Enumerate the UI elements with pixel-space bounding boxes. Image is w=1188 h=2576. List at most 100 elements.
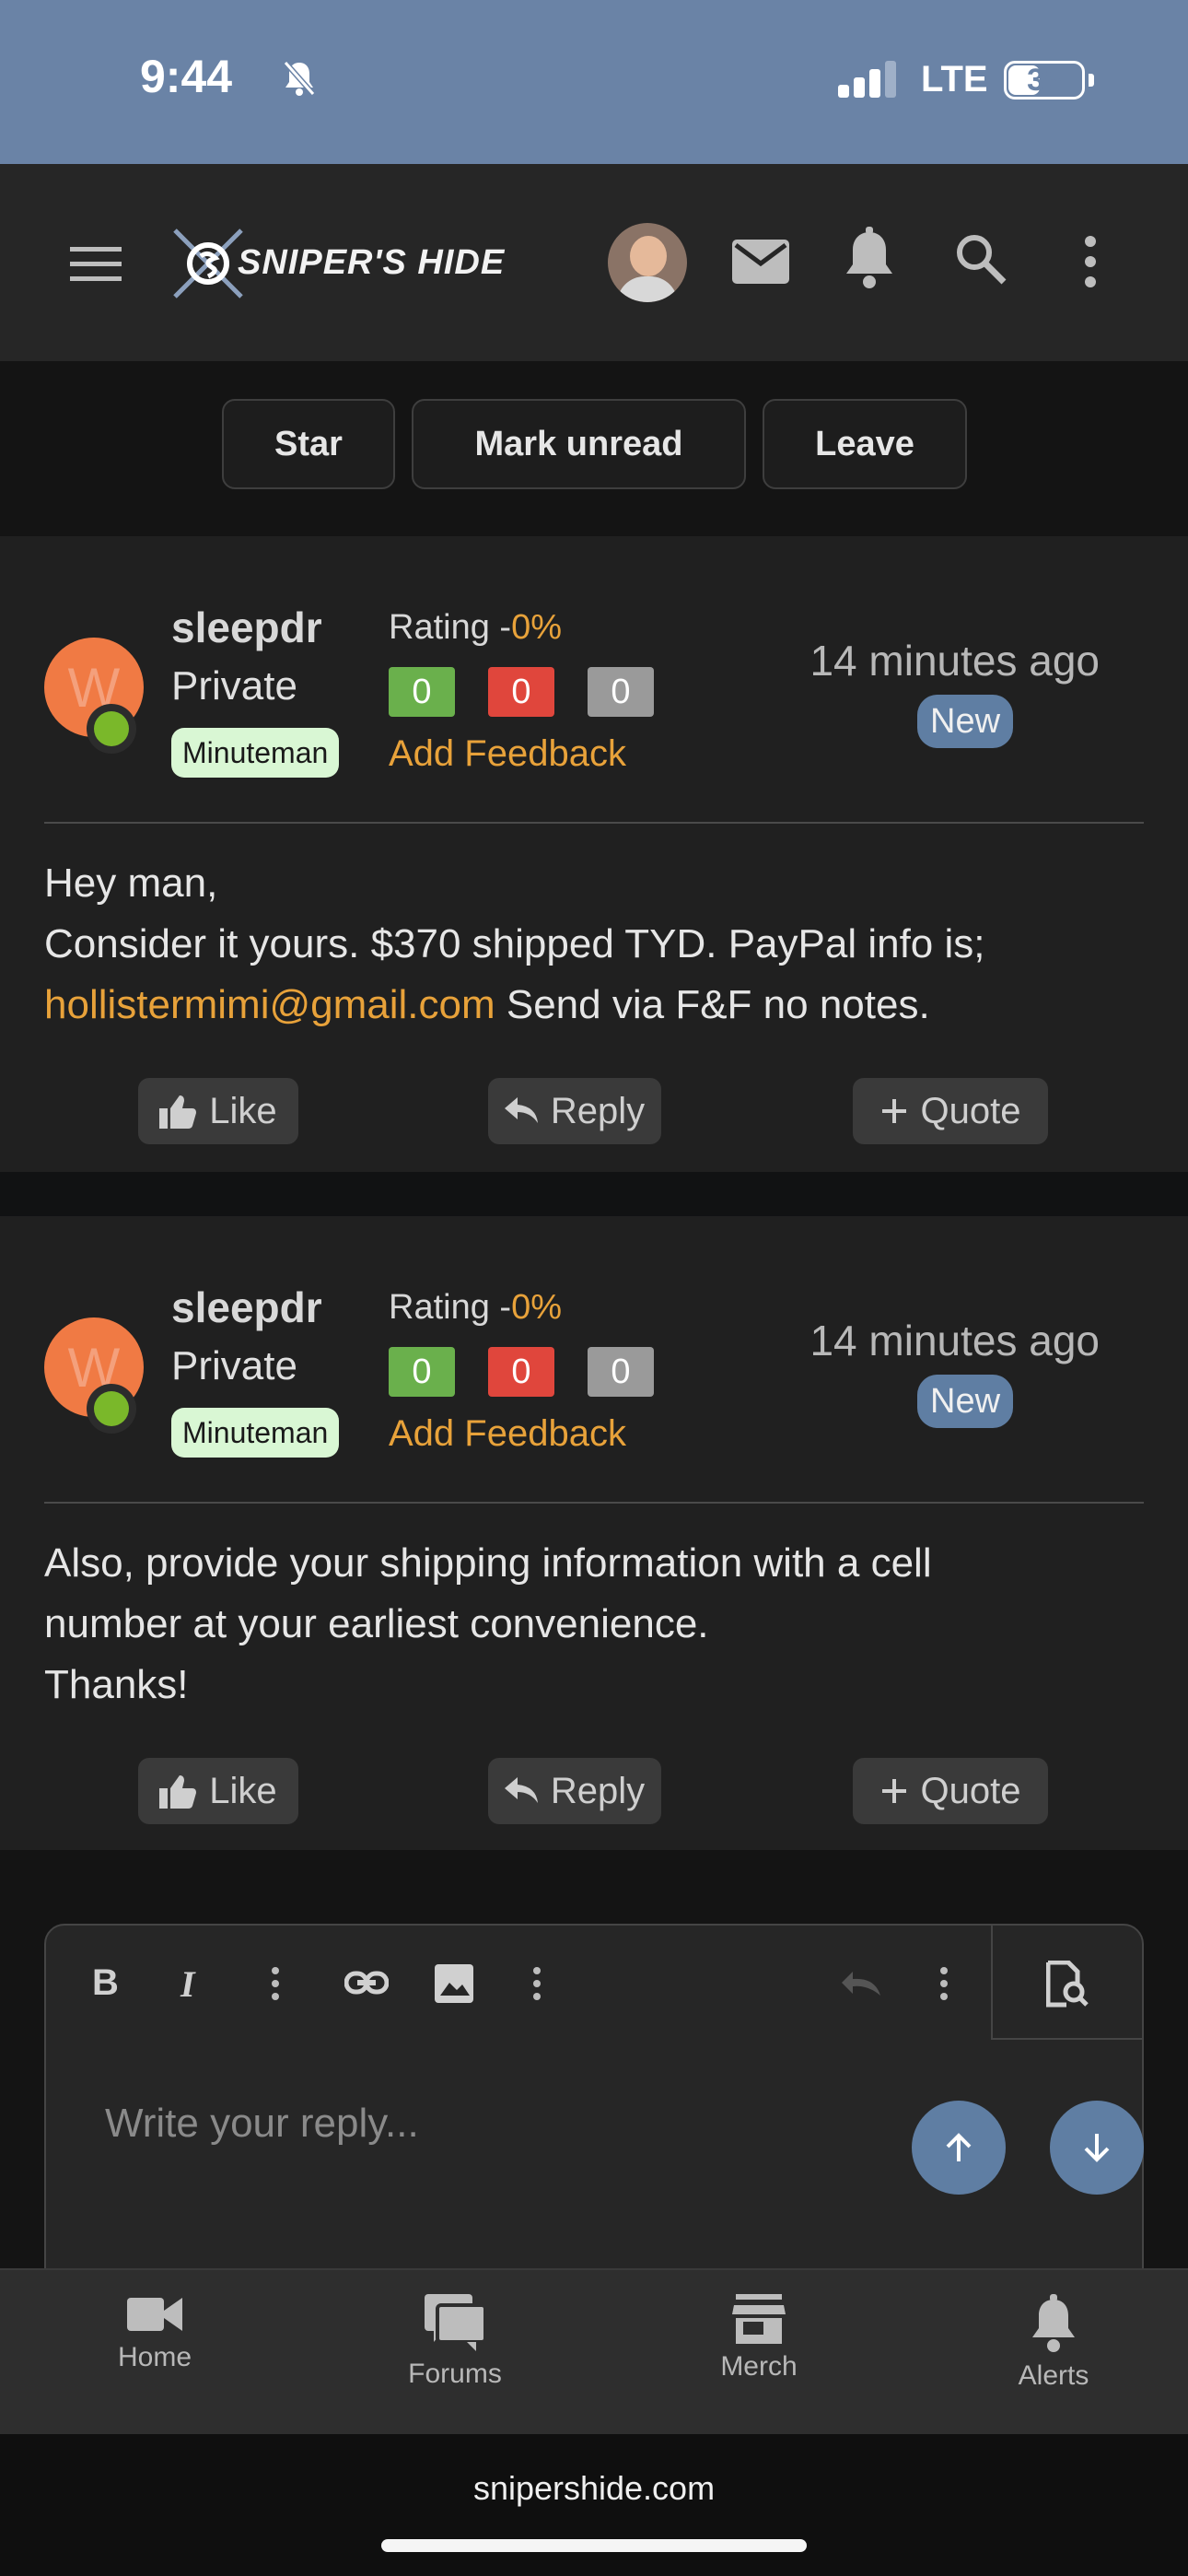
home-indicator[interactable] (381, 2539, 807, 2552)
nav-home[interactable]: Home (63, 2294, 247, 2373)
username[interactable]: sleepdr (171, 603, 322, 652)
message-line: Thanks! (44, 1662, 189, 1707)
toolbar-separator (991, 1926, 993, 2040)
alerts-bell-icon (1032, 2294, 1075, 2352)
plus-icon (881, 1099, 906, 1123)
negative-count: 0 (488, 1347, 554, 1397)
reply-button[interactable]: Reply (488, 1758, 661, 1824)
arrow-up-icon (946, 2133, 972, 2161)
rating-percent: 0% (511, 1288, 562, 1327)
post-time[interactable]: 14 minutes ago (774, 636, 1100, 685)
add-feedback-link[interactable]: Add Feedback (389, 1413, 626, 1455)
arrow-down-icon (1084, 2134, 1110, 2162)
like-button[interactable]: Like (138, 1758, 298, 1824)
message-line: Hey man, (44, 861, 218, 906)
user-badge: Minuteman (171, 728, 340, 778)
like-label: Like (209, 1090, 277, 1131)
video-camera-icon (127, 2298, 182, 2331)
positive-count: 0 (389, 667, 455, 717)
thumbs-up-icon (159, 1775, 197, 1809)
reply-label: Reply (550, 1770, 646, 1811)
scroll-down-button[interactable] (1050, 2101, 1144, 2195)
store-icon (732, 2294, 786, 2344)
user-title: Private (171, 663, 297, 708)
rating-label: Rating - (389, 608, 512, 647)
nav-forums[interactable]: Forums (363, 2294, 547, 2390)
search-icon[interactable] (954, 232, 1007, 286)
reply-arrow-icon (504, 1777, 538, 1803)
notification-bell-icon[interactable] (842, 227, 897, 293)
nav-label: Forums (408, 2359, 502, 2389)
online-status-icon (87, 704, 136, 754)
divider (44, 1502, 1144, 1504)
battery-icon: 35 (1004, 61, 1085, 100)
username[interactable]: sleepdr (171, 1282, 322, 1332)
italic-icon[interactable]: I (181, 1962, 195, 2006)
message-line: number at your earliest convenience. (44, 1601, 709, 1646)
network-type: LTE (921, 59, 988, 100)
battery-tip (1089, 74, 1094, 87)
crosshair-logo-icon (173, 228, 243, 299)
quote-label: Quote (920, 1090, 1021, 1131)
like-label: Like (209, 1770, 277, 1811)
rating: Rating -0% (389, 608, 562, 648)
signal-icon (838, 61, 897, 98)
divider (44, 822, 1144, 824)
undo-icon[interactable] (840, 1970, 884, 1997)
like-button[interactable]: Like (138, 1078, 298, 1144)
user-badge: Minuteman (171, 1408, 340, 1458)
new-tag: New (917, 1375, 1014, 1428)
preview-icon[interactable] (1046, 1961, 1089, 2008)
neutral-count: 0 (588, 667, 654, 717)
silent-bell-icon (283, 61, 316, 96)
scroll-up-button[interactable] (912, 2101, 1006, 2195)
negative-count: 0 (488, 667, 554, 717)
neutral-count: 0 (588, 1347, 654, 1397)
link-icon[interactable] (344, 1970, 389, 1996)
more-vertical-icon[interactable] (1083, 236, 1098, 287)
site-logo[interactable]: SNIPER'S HIDE (169, 225, 547, 302)
star-button[interactable]: Star (222, 399, 395, 489)
reply-arrow-icon (504, 1097, 538, 1123)
rating: Rating -0% (389, 1288, 562, 1328)
message-body: Also, provide your shipping information … (44, 1533, 1144, 1715)
quote-button[interactable]: Quote (853, 1758, 1048, 1824)
forum-chat-icon (425, 2294, 485, 2351)
leave-button[interactable]: Leave (763, 399, 967, 489)
nav-label: Merch (720, 2351, 798, 2382)
quote-button[interactable]: Quote (853, 1078, 1048, 1144)
email-link[interactable]: hollistermimi@gmail.com (44, 982, 495, 1027)
rating-label: Rating - (389, 1288, 512, 1327)
mail-icon[interactable] (732, 240, 789, 284)
nav-merch[interactable]: Merch (667, 2294, 851, 2383)
mark-unread-button[interactable]: Mark unread (412, 399, 746, 489)
more-insert-options-icon[interactable] (532, 1966, 542, 2001)
message-line: Also, provide your shipping information … (44, 1540, 932, 1586)
hamburger-menu-icon[interactable] (70, 245, 122, 282)
url-domain[interactable]: snipershide.com (0, 2469, 1188, 2508)
online-status-icon (87, 1384, 136, 1434)
reply-label: Reply (550, 1090, 646, 1131)
message-body: Hey man, Consider it yours. $370 shipped… (44, 853, 1144, 1036)
toolbar-separator (991, 2038, 1142, 2040)
battery-level: 35 (1027, 63, 1062, 98)
more-options-icon[interactable] (939, 1966, 949, 2001)
nav-alerts[interactable]: Alerts (961, 2294, 1146, 2392)
quote-label: Quote (920, 1770, 1021, 1811)
user-title: Private (171, 1343, 297, 1388)
reply-button[interactable]: Reply (488, 1078, 661, 1144)
bold-icon[interactable]: B (92, 1962, 119, 2004)
add-feedback-link[interactable]: Add Feedback (389, 733, 626, 775)
new-tag: New (917, 695, 1014, 748)
reply-placeholder: Write your reply... (105, 2101, 419, 2146)
nav-label: Home (117, 2342, 192, 2372)
image-icon[interactable] (435, 1964, 473, 2003)
thumbs-up-icon (159, 1095, 197, 1129)
post-time[interactable]: 14 minutes ago (774, 1316, 1100, 1365)
positive-count: 0 (389, 1347, 455, 1397)
plus-icon (881, 1779, 906, 1803)
site-name: SNIPER'S HIDE (238, 243, 506, 282)
avatar[interactable] (608, 223, 687, 302)
more-text-options-icon[interactable] (271, 1966, 280, 2001)
message-text: Send via F&F no notes. (495, 982, 930, 1027)
